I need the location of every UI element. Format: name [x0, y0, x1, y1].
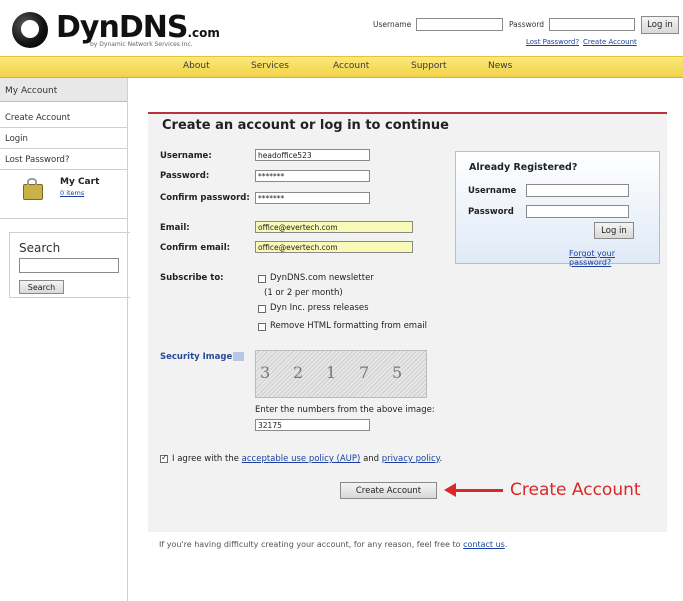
search-button[interactable]: Search	[19, 280, 64, 294]
sidebar-item-create-account[interactable]: Create Account	[0, 107, 127, 128]
confirm-email-label: Confirm email:	[160, 243, 231, 253]
sidebar-item-lost-password[interactable]: Lost Password?	[0, 149, 127, 170]
logo-text: DynDNS	[56, 10, 188, 45]
search-input[interactable]	[19, 258, 119, 273]
security-help-icon[interactable]	[233, 352, 244, 361]
captcha-image: 3 2 1 7 5	[255, 350, 427, 398]
privacy-policy-link[interactable]: privacy policy	[382, 454, 440, 464]
sidebar-item-login[interactable]: Login	[0, 128, 127, 149]
aup-link[interactable]: acceptable use policy (AUP)	[242, 454, 361, 464]
nav-about[interactable]: About	[183, 61, 210, 71]
captcha-instruction: Enter the numbers from the above image:	[255, 405, 435, 415]
captcha-digit: 2	[293, 363, 304, 382]
create-account-annotation: Create Account	[510, 480, 641, 500]
header-username-label: Username	[373, 20, 412, 29]
security-image-label: Security Image:	[160, 352, 236, 362]
header-password-label: Password	[509, 20, 545, 29]
cart-icon	[23, 178, 43, 200]
logo-com: .com	[187, 26, 220, 40]
search-title: Search	[19, 241, 61, 255]
username-label: Username:	[160, 151, 212, 161]
header-username-input[interactable]	[416, 18, 503, 31]
cart-title: My Cart	[60, 177, 100, 187]
newsletter-checkbox[interactable]	[258, 275, 266, 283]
captcha-digit: 7	[359, 363, 370, 382]
password-label: Password:	[160, 171, 210, 181]
my-cart[interactable]: My Cart 0 items	[0, 170, 127, 219]
nav-services[interactable]: Services	[251, 61, 289, 71]
newsletter-option-label: DynDNS.com newsletter	[270, 273, 374, 283]
registered-login-button[interactable]: Log in	[594, 222, 634, 239]
registered-username-label: Username	[468, 186, 517, 196]
header-lost-password-link[interactable]: Lost Password?	[526, 38, 579, 46]
nav-account[interactable]: Account	[333, 61, 369, 71]
password-field[interactable]: *******	[255, 170, 370, 182]
header-password-input[interactable]	[549, 18, 635, 31]
arrow-line	[455, 489, 503, 492]
subscribe-label: Subscribe to:	[160, 273, 224, 283]
remove-html-label: Remove HTML formatting from email	[270, 321, 428, 331]
confirm-email-field[interactable]: office@evertech.com	[255, 241, 413, 253]
registered-username-input[interactable]	[526, 184, 629, 197]
captcha-digit: 5	[392, 363, 403, 382]
email-label: Email:	[160, 223, 190, 233]
agree-text: I agree with the acceptable use policy (…	[172, 454, 443, 464]
press-releases-checkbox[interactable]	[258, 305, 266, 313]
sidebar-title[interactable]: My Account	[0, 78, 127, 102]
header-create-account-link[interactable]: Create Account	[583, 38, 637, 46]
remove-html-checkbox[interactable]	[258, 323, 266, 331]
registered-password-input[interactable]	[526, 205, 629, 218]
registered-title: Already Registered?	[469, 162, 578, 173]
logo-subtitle: by Dynamic Network Services Inc.	[90, 41, 193, 48]
press-releases-label: Dyn Inc. press releases	[270, 303, 369, 313]
captcha-digit: 3	[260, 363, 271, 382]
sidebar-divider	[127, 78, 128, 601]
captcha-field[interactable]: 32175	[255, 419, 370, 431]
nav-news[interactable]: News	[488, 61, 512, 71]
confirm-password-field[interactable]: *******	[255, 192, 370, 204]
confirm-password-label: Confirm password:	[160, 193, 250, 203]
sidebar-search: Search Search	[9, 232, 130, 298]
username-field[interactable]: headoffice523	[255, 149, 370, 161]
cart-items-link[interactable]: 0 items	[60, 189, 84, 197]
page-title: Create an account or log in to continue	[162, 118, 449, 133]
logo-circle-icon	[12, 12, 48, 48]
main-nav: About Services Account Support News	[0, 56, 683, 78]
header-login-button[interactable]: Log in	[641, 16, 679, 34]
newsletter-frequency-label: (1 or 2 per month)	[264, 288, 343, 298]
dyndns-logo[interactable]: DynDNS.com by Dynamic Network Services I…	[12, 10, 220, 50]
already-registered-box: Already Registered? Username Password Lo…	[455, 151, 660, 267]
agree-checkbox[interactable]	[160, 453, 168, 463]
title-rule	[148, 112, 667, 114]
forgot-password-link[interactable]: Forgot your password?	[569, 249, 659, 267]
registered-password-label: Password	[468, 207, 514, 217]
contact-us-link[interactable]: contact us	[463, 540, 505, 549]
help-note: If you're having difficulty creating you…	[159, 540, 508, 549]
nav-support[interactable]: Support	[411, 61, 447, 71]
captcha-digit: 1	[326, 363, 337, 382]
create-account-button[interactable]: Create Account	[340, 482, 437, 499]
email-field[interactable]: office@evertech.com	[255, 221, 413, 233]
